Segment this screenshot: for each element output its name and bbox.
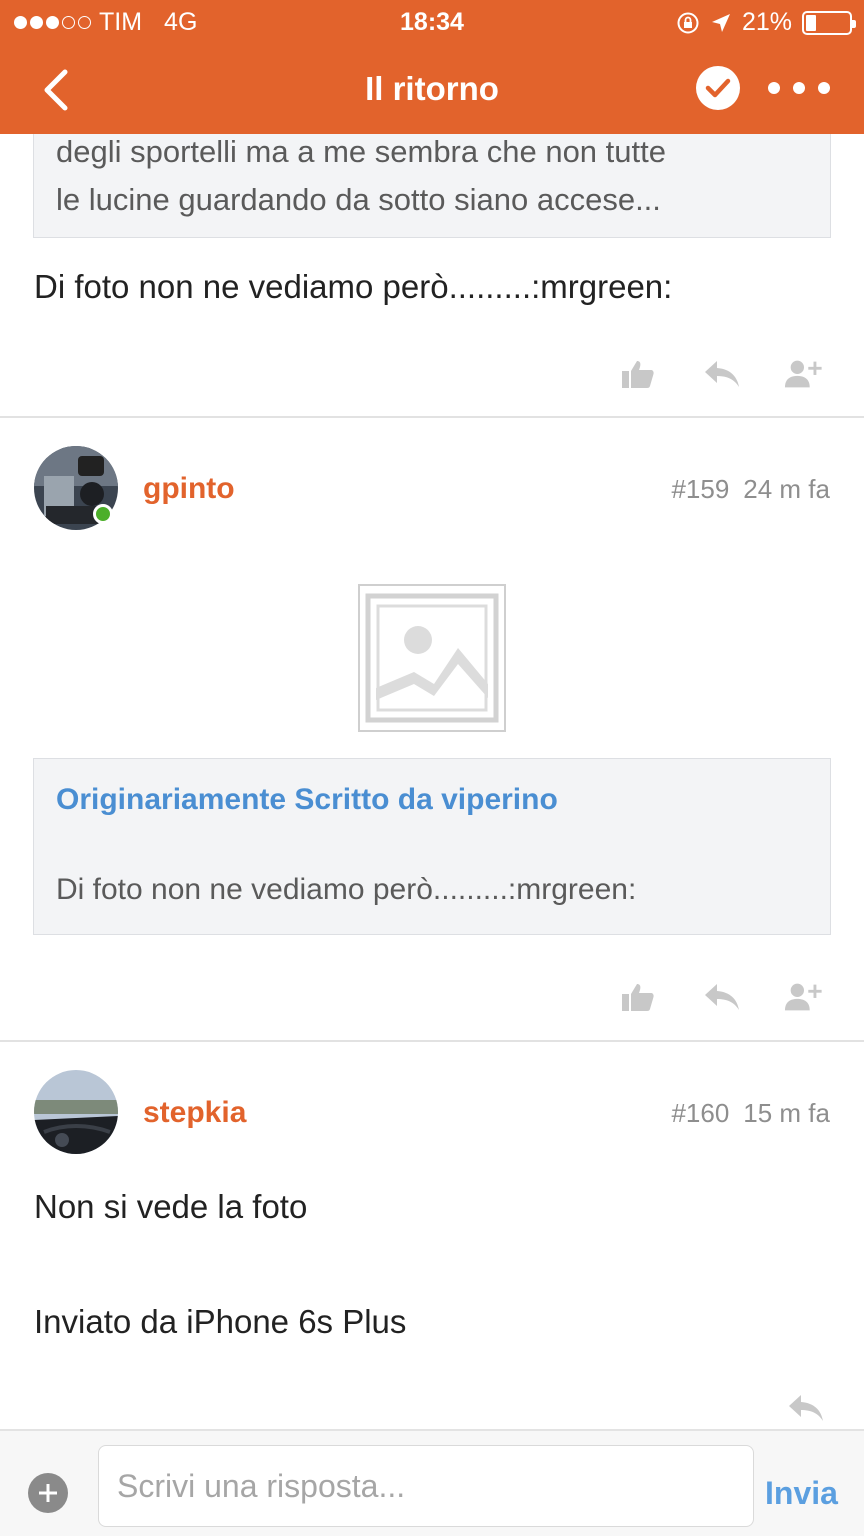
username[interactable]: stepkia [143,1096,246,1130]
post-meta: #159 24 m fa [671,474,830,505]
send-button[interactable]: Invia [765,1475,838,1512]
app-header: TIM 4G 18:34 21% Il ritorno [0,0,864,134]
more-icon [768,82,780,94]
reply-icon [789,1395,823,1421]
nav-bar: Il ritorno [0,44,864,134]
post-body-text: Di foto non ne vediamo però.........:mrg… [34,268,673,305]
quote-block-partial: degli sportelli ma a me sembra che non t… [33,120,831,238]
reply-button[interactable] [702,977,742,1017]
post-body-text: Non si vede la foto [34,1188,308,1225]
quote-block: Originariamente Scritto da viperino Di f… [33,758,831,935]
avatar-image [34,1070,118,1154]
quote-author[interactable]: Originariamente Scritto da viperino [56,783,558,817]
reply-button[interactable] [702,354,742,394]
post-time: 15 m fa [743,1098,830,1128]
post-header: stepkia #160 15 m fa [0,1070,864,1156]
post-signature: Inviato da iPhone 6s Plus [34,1303,407,1340]
reply-icon [705,984,739,1010]
add-user-icon [784,983,822,1011]
battery-percent: 21% [741,8,792,36]
username[interactable]: gpinto [143,472,235,506]
online-status-indicator [93,504,113,524]
battery-icon [802,10,856,35]
avatar[interactable] [34,1070,118,1154]
follow-user-button[interactable] [784,354,824,394]
reply-icon [705,361,739,387]
follow-user-button[interactable] [784,977,824,1017]
plus-icon [39,1484,57,1502]
post-divider [0,1040,864,1042]
reply-bar: Invia [0,1429,864,1536]
post-divider [0,416,864,418]
quote-line: le lucine guardando da sotto siano acces… [56,182,661,217]
add-attachment-button[interactable] [28,1473,68,1513]
thumbs-up-icon [622,984,654,1011]
status-bar: TIM 4G 18:34 21% [0,0,864,44]
image-placeholder-icon [365,593,499,723]
post-time: 24 m fa [743,474,830,504]
post-number[interactable]: #159 [671,474,729,504]
check-icon [705,78,731,98]
more-button[interactable] [768,64,830,112]
location-arrow-icon [711,13,730,32]
post-number[interactable]: #160 [671,1098,729,1128]
reply-button[interactable] [786,1388,826,1428]
thumbs-up-icon [622,361,654,388]
rotation-lock-icon [677,12,699,33]
like-button[interactable] [618,354,658,394]
broken-image[interactable] [358,584,506,732]
add-user-icon [784,360,822,388]
post-header: gpinto #159 24 m fa [0,446,864,532]
mark-read-button[interactable] [696,66,740,110]
reply-input[interactable] [98,1445,754,1527]
quote-text: Di foto non ne vediamo però.........:mrg… [56,873,637,906]
post-meta: #160 15 m fa [671,1098,830,1129]
like-button[interactable] [618,977,658,1017]
quote-line: degli sportelli ma a me sembra che non t… [56,134,666,169]
